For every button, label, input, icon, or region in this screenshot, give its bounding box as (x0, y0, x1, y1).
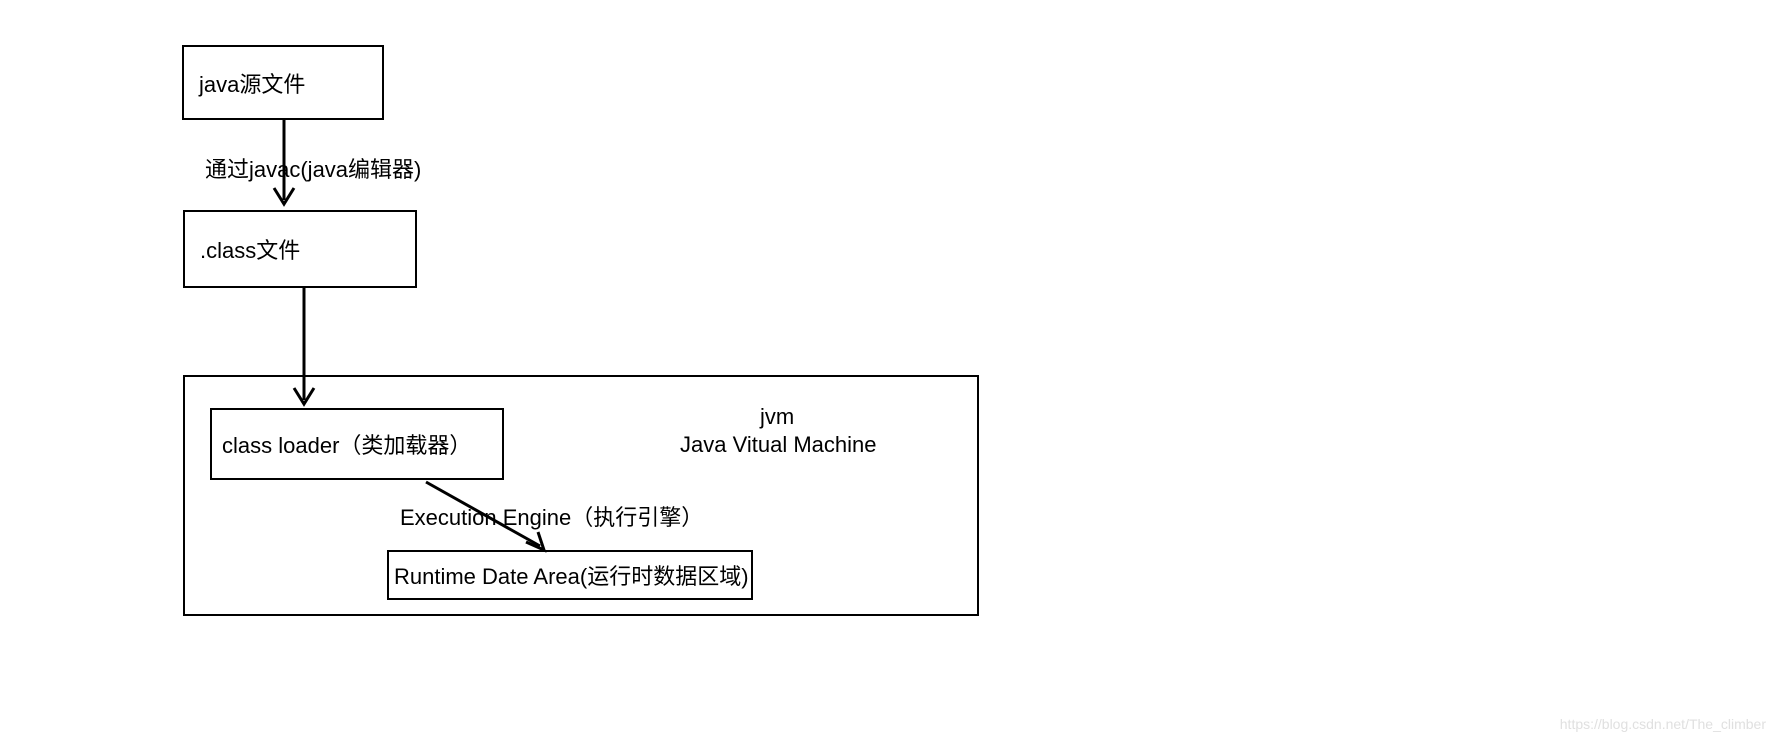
runtime-area-box: Runtime Date Area(运行时数据区域) (387, 550, 753, 600)
class-loader-label: class loader（类加载器） (222, 428, 471, 460)
class-file-box: .class文件 (183, 210, 417, 288)
watermark-text: https://blog.csdn.net/The_climber (1560, 716, 1766, 732)
jvm-title-line1: jvm (760, 404, 794, 430)
execution-engine-label: Execution Engine（执行引擎） (400, 500, 703, 532)
compiler-label: 通过javac(java编辑器) (205, 152, 421, 184)
runtime-area-label: Runtime Date Area(运行时数据区域) (394, 559, 749, 591)
jvm-title-line2: Java Vitual Machine (680, 432, 877, 458)
source-file-box: java源文件 (182, 45, 384, 120)
class-loader-box: class loader（类加载器） (210, 408, 504, 480)
class-file-label: .class文件 (200, 233, 300, 265)
source-file-label: java源文件 (199, 67, 305, 99)
